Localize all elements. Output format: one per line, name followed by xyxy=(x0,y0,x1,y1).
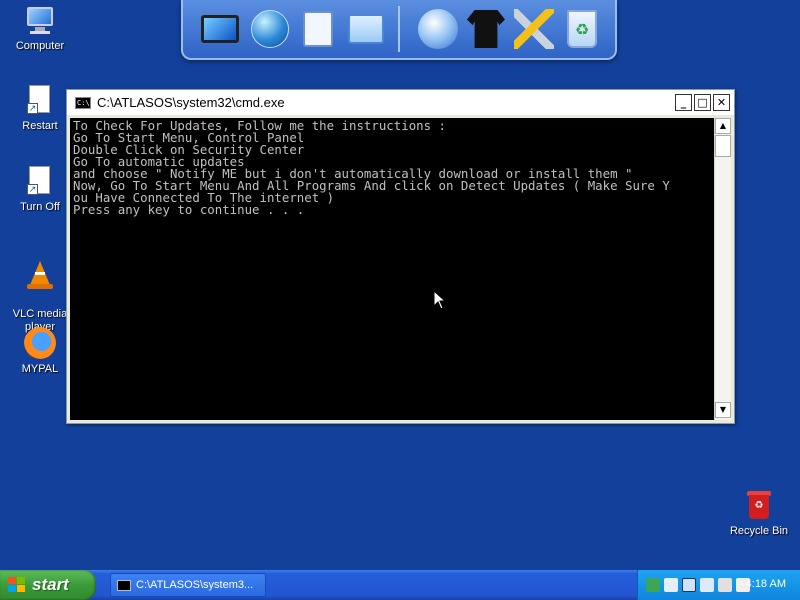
computer-icon xyxy=(24,4,56,36)
vertical-scrollbar[interactable]: ▲ ▼ xyxy=(714,118,731,420)
shortcut-file-icon: ↗ xyxy=(24,84,56,116)
system-tray: 4:18 AM xyxy=(637,570,800,600)
scroll-up-button[interactable]: ▲ xyxy=(715,118,731,134)
dock-documents-icon[interactable] xyxy=(295,6,341,52)
cmd-window: C:\ C:\ATLASOS\system32\cmd.exe _ □ ✕ To… xyxy=(66,89,735,424)
cmd-icon xyxy=(117,579,131,591)
start-label: start xyxy=(32,575,69,594)
dock-tools-icon[interactable] xyxy=(511,6,557,52)
dock-separator xyxy=(398,6,400,52)
desktop-icon-label: Computer xyxy=(15,40,65,52)
top-dock: ♻ xyxy=(181,0,617,60)
start-button[interactable]: start xyxy=(0,570,96,600)
taskbar: start C:\ATLASOS\system3... 4:18 AM xyxy=(0,570,800,600)
display-tray-icon[interactable] xyxy=(682,578,696,592)
language-tray-icon[interactable] xyxy=(718,578,732,592)
clock[interactable]: 4:18 AM xyxy=(746,578,786,590)
recycle-bin-icon: ♻ xyxy=(743,489,775,521)
window-titlebar[interactable]: C:\ C:\ATLASOS\system32\cmd.exe _ □ ✕ xyxy=(67,90,734,115)
desktop-icon-computer[interactable]: Computer xyxy=(2,4,78,53)
dock-control-panel-icon[interactable] xyxy=(343,6,389,52)
taskbar-button-label: C:\ATLASOS\system3... xyxy=(136,579,254,591)
minimize-button[interactable]: _ xyxy=(675,94,692,111)
desktop-icon-label: Recycle Bin xyxy=(729,525,789,537)
window-title: C:\ATLASOS\system32\cmd.exe xyxy=(97,95,285,110)
dock-globe-icon[interactable] xyxy=(247,6,293,52)
dock-recycle-icon[interactable]: ♻ xyxy=(559,6,605,52)
scroll-thumb[interactable] xyxy=(715,135,731,157)
taskbar-button-cmd[interactable]: C:\ATLASOS\system3... xyxy=(110,573,266,597)
monitor-tray-icon[interactable] xyxy=(700,578,714,592)
security-tray-icon[interactable] xyxy=(664,578,678,592)
maximize-button[interactable]: □ xyxy=(694,94,711,111)
console-line: Press any key to continue . . . xyxy=(73,202,305,217)
console-output[interactable]: To Check For Updates, Follow me the inst… xyxy=(70,118,714,420)
dock-shirt-icon[interactable] xyxy=(463,6,509,52)
dock-network-icon[interactable] xyxy=(415,6,461,52)
vlc-cone-icon xyxy=(24,259,56,291)
scroll-down-button[interactable]: ▼ xyxy=(715,402,731,418)
shortcut-file-icon: ↗ xyxy=(24,165,56,197)
window-controls: _ □ ✕ xyxy=(675,94,730,111)
browser-fox-icon xyxy=(24,327,56,359)
windows-flag-icon xyxy=(8,577,26,593)
dock-monitor-icon[interactable] xyxy=(197,6,243,52)
mouse-cursor-icon xyxy=(433,290,447,310)
close-button[interactable]: ✕ xyxy=(713,94,730,111)
cmd-icon: C:\ xyxy=(75,96,91,109)
network-tray-icon[interactable] xyxy=(646,578,660,592)
desktop-icon-recycle-bin[interactable]: ♻ Recycle Bin xyxy=(721,489,797,538)
